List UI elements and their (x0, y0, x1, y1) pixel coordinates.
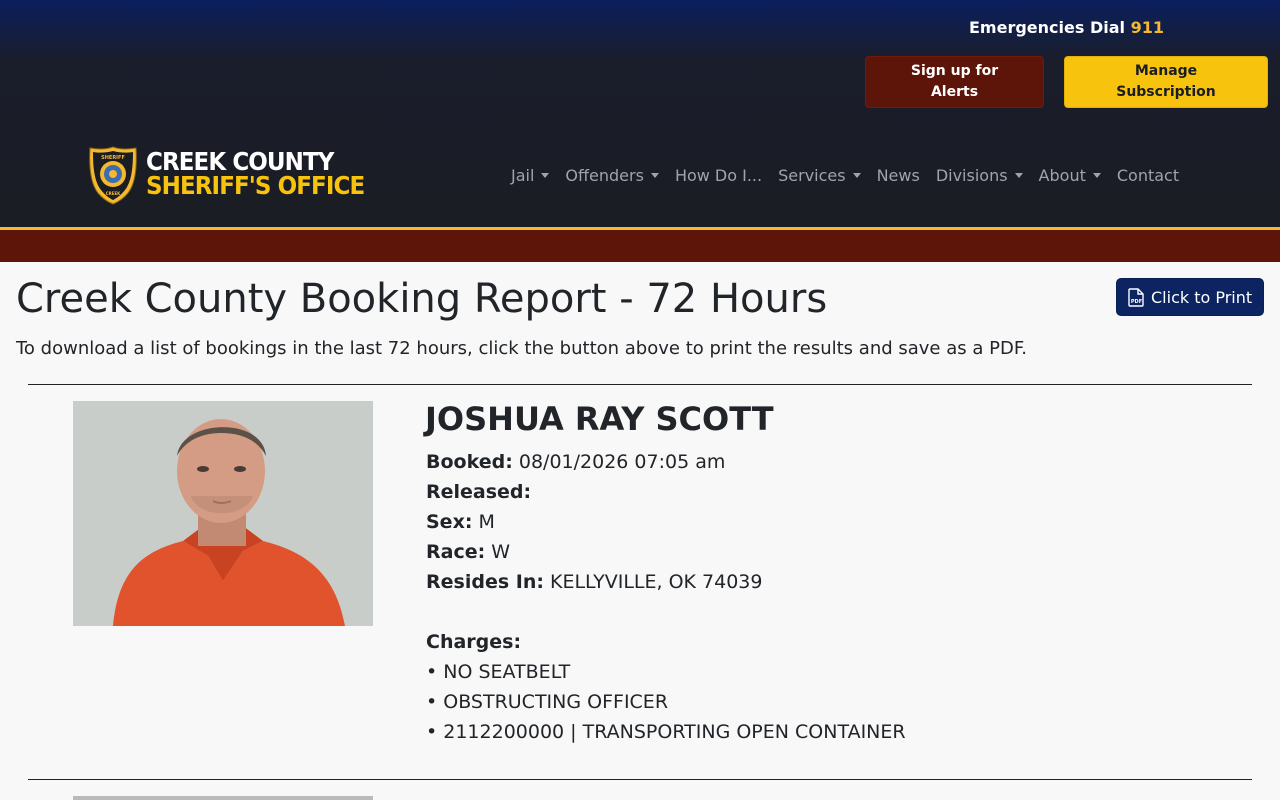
sheriff-badge-icon: SHERIFF CREEK (89, 146, 137, 205)
nav-label: Services (778, 165, 846, 185)
charge-item: • OBSTRUCTING OFFICER (426, 691, 669, 713)
nav-item-services[interactable]: Services (770, 164, 868, 186)
sex-value: M (478, 511, 495, 533)
charges-heading: Charges: (426, 631, 521, 653)
nav-item-offenders[interactable]: Offenders (557, 164, 667, 186)
nav-item-jail[interactable]: Jail (503, 164, 557, 186)
nav-label: Jail (511, 165, 535, 185)
emergency-label: Emergencies Dial (969, 18, 1125, 37)
alerts-signup-button[interactable]: Sign up for Alerts (865, 56, 1044, 108)
field-label: Race: (426, 541, 486, 563)
chevron-down-icon (541, 173, 550, 178)
charge-item: • NO SEATBELT (426, 661, 571, 683)
nav-item-about[interactable]: About (1031, 164, 1109, 186)
divider (28, 384, 1252, 385)
charge-item: • 2112200000 | TRANSPORTING OPEN CONTAIN… (426, 721, 906, 743)
header-band (0, 230, 1280, 262)
nav-label: About (1038, 165, 1086, 185)
field-label: Booked: (426, 451, 513, 473)
nav-item-how-do-i[interactable]: How Do I... (667, 164, 770, 186)
svg-text:SHERIFF: SHERIFF (101, 155, 125, 161)
emergency-notice: Emergencies Dial 911 (969, 18, 1164, 37)
race-value: W (491, 541, 511, 563)
race-field: Race: W (426, 541, 510, 563)
svg-text:PDF: PDF (1131, 299, 1142, 305)
released-field: Released: (426, 481, 531, 503)
nav-label: Contact (1116, 165, 1180, 185)
chevron-down-icon (852, 173, 861, 178)
svg-text:CREEK: CREEK (106, 191, 121, 196)
chevron-down-icon (1092, 173, 1101, 178)
site-header: Emergencies Dial 911 Sign up for Alerts … (0, 0, 1280, 228)
alerts-signup-label: Sign up for Alerts (910, 63, 999, 100)
manage-subscription-label: Manage Subscription (1116, 63, 1216, 100)
booked-value: 08/01/2026 07:05 am (518, 451, 726, 473)
instructions-text: To download a list of bookings in the la… (16, 338, 1028, 359)
mugshot-photo (73, 401, 373, 626)
field-label: Released: (426, 481, 532, 503)
sex-field: Sex: M (426, 511, 495, 533)
field-label: Sex: (426, 511, 473, 533)
nav-item-divisions[interactable]: Divisions (928, 164, 1031, 186)
logo-title-line2: SHERIFF'S OFFICE (146, 171, 365, 200)
nav-item-contact[interactable]: Contact (1109, 164, 1187, 186)
print-button-label: Click to Print (1151, 287, 1253, 307)
nav-item-news[interactable]: News (869, 164, 928, 186)
resides-value: KELLYVILLE, OK 74039 (550, 571, 763, 593)
page-title: Creek County Booking Report - 72 Hours (16, 276, 828, 322)
field-label: Charges: (426, 631, 522, 653)
inmate-name: JOSHUA RAY SCOTT (425, 400, 774, 438)
field-label: Resides In: (426, 571, 544, 593)
chevron-down-icon (1014, 173, 1023, 178)
resides-field: Resides In: KELLYVILLE, OK 74039 (426, 571, 762, 593)
emergency-number[interactable]: 911 (1131, 18, 1164, 37)
nav-label: Offenders (565, 165, 644, 185)
main-nav: Jail Offenders How Do I... Services News… (503, 164, 1187, 186)
nav-label: News (876, 165, 920, 185)
print-button[interactable]: PDF Click to Print (1116, 278, 1264, 316)
nav-label: Divisions (935, 165, 1008, 185)
pdf-file-icon: PDF (1128, 287, 1144, 307)
chevron-down-icon (650, 173, 659, 178)
nav-label: How Do I... (674, 165, 763, 185)
manage-subscription-button[interactable]: Manage Subscription (1064, 56, 1268, 108)
mugshot-photo (73, 796, 373, 800)
divider (28, 779, 1252, 780)
booked-field: Booked: 08/01/2026 07:05 am (426, 451, 725, 473)
site-logo[interactable]: SHERIFF CREEK CREEK COUNTY SHERIFF'S OFF… (88, 145, 378, 207)
